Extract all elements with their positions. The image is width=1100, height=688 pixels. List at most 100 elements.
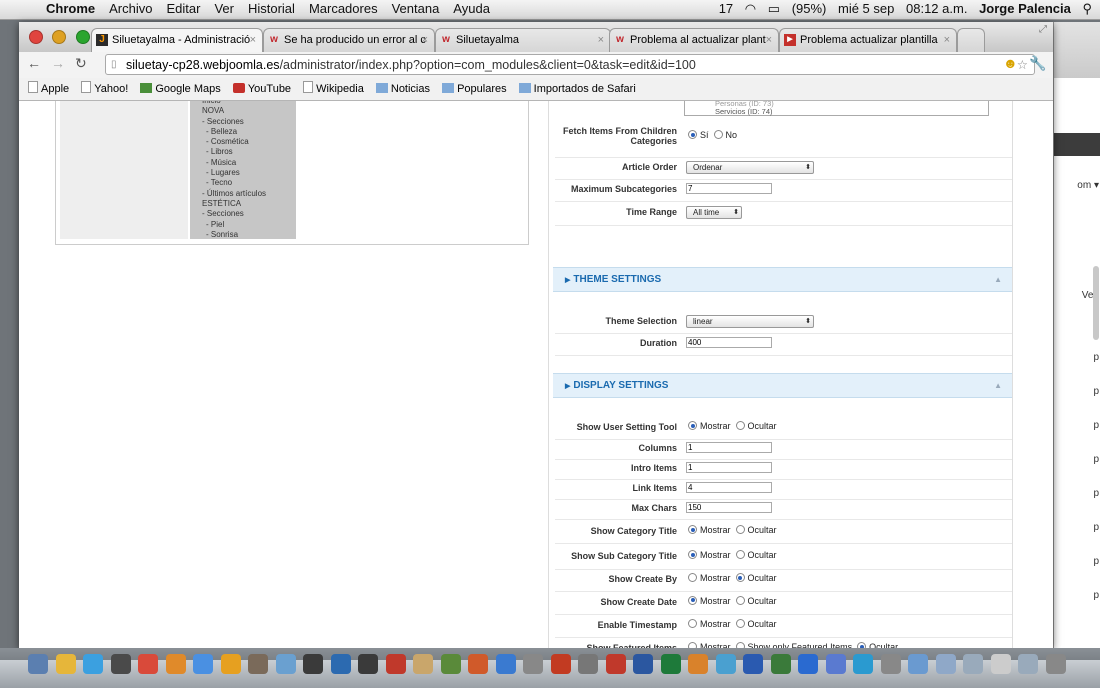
dock-app-icon[interactable] <box>963 654 983 674</box>
spotlight-search-icon[interactable]: ⚲ <box>1082 1 1092 16</box>
menu-editar[interactable]: Editar <box>166 1 200 16</box>
category-tree-item[interactable]: - Lugares <box>190 168 296 178</box>
param-text-input[interactable] <box>686 442 772 453</box>
new-tab-button[interactable] <box>957 28 985 52</box>
category-tree[interactable]: InicioNOVA- Secciones- Belleza- Cosmétic… <box>190 101 296 239</box>
tab-youtube-problema[interactable]: ▶ Problema actualizar plantilla × <box>779 28 957 52</box>
category-tree-item[interactable]: - Sonrisa <box>190 230 296 240</box>
category-tree-item[interactable]: ESTÉTICA <box>190 199 296 209</box>
close-window-button[interactable] <box>29 30 43 44</box>
radio-button[interactable] <box>688 573 697 582</box>
category-tree-item[interactable]: - Belleza <box>190 127 296 137</box>
category-tree-item[interactable]: - Música <box>190 158 296 168</box>
radio-label[interactable]: Mostrar <box>700 421 731 431</box>
bookmark-folder-importados[interactable]: Importados de Safari <box>518 78 636 100</box>
wifi-icon[interactable]: ◠ <box>745 1 756 16</box>
dock-app-icon[interactable] <box>358 654 378 674</box>
radio-label[interactable]: Ocultar <box>748 525 777 535</box>
radio-button[interactable] <box>713 130 723 139</box>
dock-app-icon[interactable] <box>825 654 846 674</box>
param-text-input[interactable] <box>686 337 772 348</box>
battery-icon[interactable]: ▭ <box>768 1 780 16</box>
menu-ver[interactable]: Ver <box>214 1 234 16</box>
radio-button[interactable] <box>735 618 745 628</box>
category-tree-item[interactable]: - Cosmética <box>190 137 296 147</box>
extension-icon[interactable]: ☻ <box>1003 55 1018 71</box>
dock-app-icon[interactable] <box>880 654 901 674</box>
wrench-menu-icon[interactable]: 🔧 <box>1029 55 1046 72</box>
bookmark-star-icon[interactable]: ☆ <box>1017 55 1028 75</box>
dock-app-icon[interactable] <box>495 654 516 674</box>
category-tree-item[interactable]: - Últimos artículos <box>190 189 296 199</box>
dock-app-icon[interactable] <box>440 654 461 674</box>
menu-ventana[interactable]: Ventana <box>392 1 440 16</box>
dock-app-icon[interactable] <box>55 654 76 674</box>
param-text-input[interactable] <box>686 462 772 473</box>
dock-app-icon[interactable] <box>798 654 818 674</box>
dock-app-icon[interactable] <box>193 654 213 674</box>
radio-label[interactable]: Mostrar <box>700 596 731 606</box>
menu-historial[interactable]: Historial <box>248 1 295 16</box>
tab-close-icon[interactable]: × <box>766 29 772 51</box>
dock-app-icon[interactable] <box>550 654 571 674</box>
radio-label[interactable]: Mostrar <box>700 619 731 629</box>
radio-label[interactable]: Sí <box>700 130 709 140</box>
dock-app-icon[interactable] <box>578 654 598 674</box>
tab-close-icon[interactable]: × <box>944 29 950 51</box>
tab-error[interactable]: w Se ha producido un error al c × <box>263 28 435 52</box>
address-bar[interactable]: ▯ siluetay-cp28.webjoomla.es/administrat… <box>105 54 1035 75</box>
dock-app-icon[interactable] <box>1018 654 1038 674</box>
dock-app-icon[interactable] <box>715 654 736 674</box>
radio-button[interactable] <box>735 550 745 559</box>
dock-app-icon[interactable] <box>275 654 296 674</box>
radio-label[interactable]: Ocultar <box>748 596 777 606</box>
reload-button[interactable]: ↻ <box>75 55 87 72</box>
tab-problema-actualizar[interactable]: w Problema al actualizar plant × <box>609 28 779 52</box>
dock-app-icon[interactable] <box>385 654 406 674</box>
dock-app-icon[interactable] <box>28 654 48 674</box>
dock-app-icon[interactable] <box>165 654 186 674</box>
dock-app-icon[interactable] <box>220 654 241 674</box>
menu-ayuda[interactable]: Ayuda <box>453 1 490 16</box>
dock-app-icon[interactable] <box>138 654 158 674</box>
tab-close-icon[interactable]: × <box>422 29 428 51</box>
radio-button[interactable] <box>688 421 697 430</box>
category-tree-item[interactable]: - Secciones <box>190 209 296 219</box>
radio-button[interactable] <box>688 618 697 628</box>
menu-marcadores[interactable]: Marcadores <box>309 1 378 16</box>
radio-label[interactable]: Ocultar <box>748 619 777 629</box>
param-text-input[interactable] <box>686 183 772 194</box>
dock-app-icon[interactable] <box>605 654 626 674</box>
minimize-window-button[interactable] <box>52 30 67 44</box>
category-tree-item[interactable]: - Secciones <box>190 117 296 127</box>
dock-app-icon[interactable] <box>660 654 681 674</box>
radio-button[interactable] <box>688 550 697 559</box>
radio-label[interactable]: Mostrar <box>700 550 731 560</box>
zoom-window-button[interactable] <box>75 30 90 44</box>
tab-close-icon[interactable]: × <box>598 29 604 51</box>
bookmark-wikipedia[interactable]: Wikipedia <box>303 78 364 100</box>
radio-button[interactable] <box>735 595 745 605</box>
param-select[interactable]: Ordenar ⬍ <box>686 161 814 174</box>
dock-app-icon[interactable] <box>110 654 131 674</box>
radio-button[interactable] <box>735 421 745 430</box>
radio-button[interactable] <box>735 525 745 534</box>
bookmark-youtube[interactable]: YouTube <box>232 78 291 100</box>
menu-chrome[interactable]: Chrome <box>46 1 95 16</box>
radio-label[interactable]: Mostrar <box>700 525 731 535</box>
dock-app-icon[interactable] <box>908 654 928 674</box>
category-tree-item[interactable]: - Tecno <box>190 178 296 188</box>
settings-section-header[interactable]: ▶ DISPLAY SETTINGS ▲ <box>553 373 1012 398</box>
fullscreen-icon[interactable]: ⤢ <box>1039 24 1047 35</box>
date-text[interactable]: mié 5 sep <box>838 1 894 16</box>
dock-app-icon[interactable] <box>330 654 351 674</box>
param-select[interactable]: linear ⬍ <box>686 315 814 328</box>
category-listbox[interactable]: Personas (ID: 73) Servicios (ID: 74) <box>684 101 989 116</box>
dock-app-icon[interactable] <box>688 654 708 674</box>
bookmark-yahoo[interactable]: Yahoo! <box>81 78 128 100</box>
bookmark-folder-noticias[interactable]: Noticias <box>375 78 430 100</box>
dock-app-icon[interactable] <box>990 654 1011 674</box>
dock-app-icon[interactable] <box>853 654 873 674</box>
back-button[interactable]: ← <box>27 55 41 71</box>
category-tree-item[interactable]: - Piel <box>190 220 296 230</box>
